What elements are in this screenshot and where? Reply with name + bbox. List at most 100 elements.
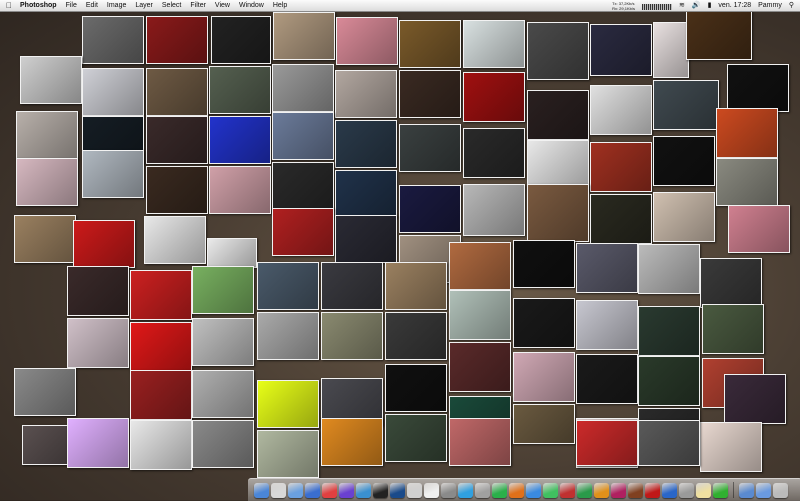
mail-icon[interactable] — [288, 482, 303, 498]
photo-thumbnail[interactable] — [257, 262, 319, 310]
photo-thumbnail[interactable] — [257, 430, 319, 478]
iphoto-icon[interactable] — [356, 482, 371, 498]
indesign-icon[interactable] — [611, 482, 626, 498]
menu-view[interactable]: View — [215, 0, 230, 11]
photo-thumbnail[interactable] — [273, 12, 335, 60]
photo-thumbnail[interactable] — [527, 90, 589, 140]
photo-thumbnail[interactable] — [16, 158, 78, 206]
photo-thumbnail[interactable] — [272, 162, 334, 210]
network-monitor[interactable]: Tx: 37,2Kb/s Rx: 29,1Kb/s — [612, 1, 635, 11]
photo-thumbnail[interactable] — [590, 194, 652, 244]
cpu-meter-icon[interactable] — [641, 3, 672, 10]
finder-icon[interactable] — [254, 482, 269, 498]
photo-thumbnail[interactable] — [653, 192, 715, 242]
firefox-icon[interactable] — [509, 482, 524, 498]
menu-app-name[interactable]: Photoshop — [20, 0, 57, 11]
photo-thumbnail[interactable] — [192, 318, 254, 366]
photo-thumbnail[interactable] — [399, 70, 461, 118]
ical-icon[interactable] — [322, 482, 337, 498]
menu-layer[interactable]: Layer — [135, 0, 153, 11]
photo-thumbnail[interactable] — [209, 166, 271, 214]
photo-thumbnail[interactable] — [527, 22, 589, 80]
menu-file[interactable]: File — [66, 0, 77, 11]
photo-thumbnail[interactable] — [321, 312, 383, 360]
photo-thumbnail[interactable] — [67, 318, 129, 368]
photo-thumbnail[interactable] — [576, 300, 638, 350]
photo-thumbnail[interactable] — [257, 380, 319, 428]
textedit-icon[interactable] — [424, 482, 439, 498]
photo-thumbnail[interactable] — [716, 158, 778, 206]
documents-icon[interactable] — [756, 482, 771, 498]
photo-thumbnail[interactable] — [14, 215, 76, 263]
photo-thumbnail[interactable] — [653, 22, 689, 78]
photo-thumbnail[interactable] — [590, 24, 652, 76]
adium-icon[interactable] — [543, 482, 558, 498]
menu-filter[interactable]: Filter — [190, 0, 206, 11]
photo-thumbnail[interactable] — [67, 266, 129, 316]
photo-thumbnail[interactable] — [727, 64, 789, 112]
menu-window[interactable]: Window — [239, 0, 264, 11]
photo-thumbnail[interactable] — [146, 68, 208, 116]
menu-clock[interactable]: ven. 17:28 — [718, 0, 751, 11]
photo-thumbnail[interactable] — [209, 66, 271, 114]
photo-thumbnail[interactable] — [385, 262, 447, 310]
photo-thumbnail[interactable] — [130, 370, 192, 420]
photo-thumbnail[interactable] — [144, 216, 206, 264]
photo-thumbnail[interactable] — [130, 420, 192, 470]
photo-thumbnail[interactable] — [130, 270, 192, 320]
photo-thumbnail[interactable] — [321, 418, 383, 466]
photo-thumbnail[interactable] — [146, 16, 208, 64]
menu-select[interactable]: Select — [162, 0, 181, 11]
system-preferences-icon[interactable] — [441, 482, 456, 498]
quicktime-icon[interactable] — [662, 482, 677, 498]
photo-thumbnail[interactable] — [513, 240, 575, 288]
address-book-icon[interactable] — [271, 482, 286, 498]
photo-thumbnail[interactable] — [449, 290, 511, 340]
itunes-icon[interactable] — [339, 482, 354, 498]
photo-thumbnail[interactable] — [211, 16, 271, 64]
downloads-icon[interactable] — [739, 482, 754, 498]
menu-help[interactable]: Help — [273, 0, 287, 11]
photo-thumbnail[interactable] — [463, 128, 525, 178]
photo-thumbnail[interactable] — [321, 262, 383, 310]
photo-thumbnail[interactable] — [67, 418, 129, 468]
photo-thumbnail[interactable] — [385, 414, 447, 462]
photo-thumbnail[interactable] — [686, 10, 752, 60]
photo-thumbnail[interactable] — [700, 258, 762, 308]
photo-thumbnail[interactable] — [463, 20, 525, 68]
illustrator-icon[interactable] — [594, 482, 609, 498]
photo-thumbnail[interactable] — [335, 170, 397, 218]
photo-thumbnail[interactable] — [513, 298, 575, 348]
photo-thumbnail[interactable] — [272, 112, 334, 160]
photo-thumbnail[interactable] — [576, 420, 638, 466]
bridge-icon[interactable] — [628, 482, 643, 498]
photo-thumbnail[interactable] — [576, 354, 638, 404]
photo-thumbnail[interactable] — [638, 306, 700, 356]
photo-thumbnail[interactable] — [399, 124, 461, 172]
photo-thumbnail[interactable] — [73, 220, 135, 268]
photo-thumbnail[interactable] — [22, 425, 72, 465]
preview-icon[interactable] — [407, 482, 422, 498]
photo-thumbnail[interactable] — [653, 136, 715, 186]
photo-thumbnail[interactable] — [385, 364, 447, 412]
photo-thumbnail[interactable] — [513, 404, 575, 444]
photo-thumbnail[interactable] — [16, 111, 78, 159]
photo-thumbnail[interactable] — [653, 80, 719, 130]
photo-thumbnail[interactable] — [590, 85, 652, 135]
photo-thumbnail[interactable] — [449, 242, 511, 290]
photo-thumbnail[interactable] — [513, 352, 575, 402]
photo-thumbnail[interactable] — [82, 68, 144, 116]
camino-icon[interactable] — [526, 482, 541, 498]
photo-thumbnail[interactable] — [209, 116, 271, 164]
menu-image[interactable]: Image — [107, 0, 126, 11]
photo-thumbnail[interactable] — [527, 184, 589, 242]
photo-thumbnail[interactable] — [146, 166, 208, 214]
photo-thumbnail[interactable] — [638, 244, 700, 294]
photo-thumbnail[interactable] — [399, 185, 461, 233]
transmission-icon[interactable] — [560, 482, 575, 498]
spotlight-icon[interactable]: ⚲ — [789, 0, 794, 11]
apple-menu-icon[interactable]:  — [6, 0, 12, 11]
photo-thumbnail[interactable] — [335, 120, 397, 168]
photo-thumbnail[interactable] — [449, 342, 511, 392]
photo-thumbnail[interactable] — [272, 208, 334, 256]
